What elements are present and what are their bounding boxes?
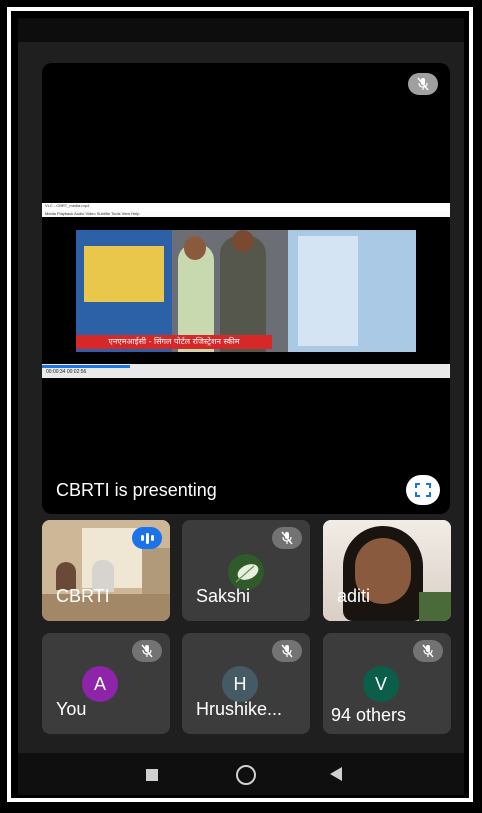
mic-off-icon xyxy=(272,640,302,662)
player-time: 00:00:34 00:02:56 xyxy=(46,369,87,375)
avatar: H xyxy=(222,666,258,702)
recents-icon[interactable] xyxy=(146,769,158,781)
speaking-indicator-icon xyxy=(132,527,162,549)
avatar-initial: A xyxy=(93,673,106,694)
status-bar xyxy=(18,18,464,42)
progress-bar xyxy=(42,365,130,368)
presenter-label: CBRTI is presenting xyxy=(56,480,217,500)
fullscreen-button[interactable] xyxy=(406,475,440,505)
video-caption: एनएमआईसी - सिंगल पोर्टल रजिस्ट्रेशन स्की… xyxy=(76,335,272,349)
participant-tile-cbrti[interactable]: CBRTI xyxy=(42,520,170,621)
scene-head-1 xyxy=(184,236,206,260)
phone-screen: VLC - CBRT_media.mp4 Media Playback Audi… xyxy=(18,18,464,795)
video-frame: एनएमआईसी - सिंगल पोर्टल रजिस्ट्रेशन स्की… xyxy=(42,217,450,364)
avatar: A xyxy=(82,666,118,702)
mic-off-icon xyxy=(413,640,443,662)
fullscreen-icon xyxy=(415,483,431,497)
avatar: V xyxy=(363,666,399,702)
participant-name: You xyxy=(56,699,87,719)
participant-tile-hrushikesh[interactable]: H Hrushike... xyxy=(182,633,310,734)
video-plant xyxy=(419,592,451,621)
participant-count-label: 94 others xyxy=(331,705,407,725)
scene-board-panel xyxy=(298,236,358,346)
system-nav-bar xyxy=(18,753,464,795)
video-scene xyxy=(76,230,416,352)
participant-tile-aditi[interactable]: aditi xyxy=(323,520,451,621)
scene-poster-panel xyxy=(84,246,164,302)
mic-off-icon xyxy=(408,73,438,95)
participant-name: aditi xyxy=(337,586,371,606)
avatar-initial: H xyxy=(233,673,247,694)
shared-screen: VLC - CBRT_media.mp4 Media Playback Audi… xyxy=(42,203,450,378)
mic-off-icon xyxy=(272,527,302,549)
avatar-initial: V xyxy=(374,673,387,694)
participant-tile-sakshi[interactable]: Sakshi xyxy=(182,520,310,621)
presentation-tile[interactable]: VLC - CBRT_media.mp4 Media Playback Audi… xyxy=(42,63,450,514)
home-icon[interactable] xyxy=(236,765,256,785)
back-icon[interactable] xyxy=(330,767,342,781)
participant-name: Hrushike... xyxy=(196,699,283,719)
scene-head-2 xyxy=(232,230,254,252)
participant-name: CBRTI xyxy=(56,586,110,606)
participant-name: Sakshi xyxy=(196,586,251,606)
player-controls: 00:00:34 00:02:56 xyxy=(42,364,450,378)
avatar xyxy=(228,554,264,590)
mic-off-icon xyxy=(132,640,162,662)
participant-tile-you[interactable]: A You xyxy=(42,633,170,734)
participant-tile-others[interactable]: V 94 others xyxy=(323,633,451,734)
